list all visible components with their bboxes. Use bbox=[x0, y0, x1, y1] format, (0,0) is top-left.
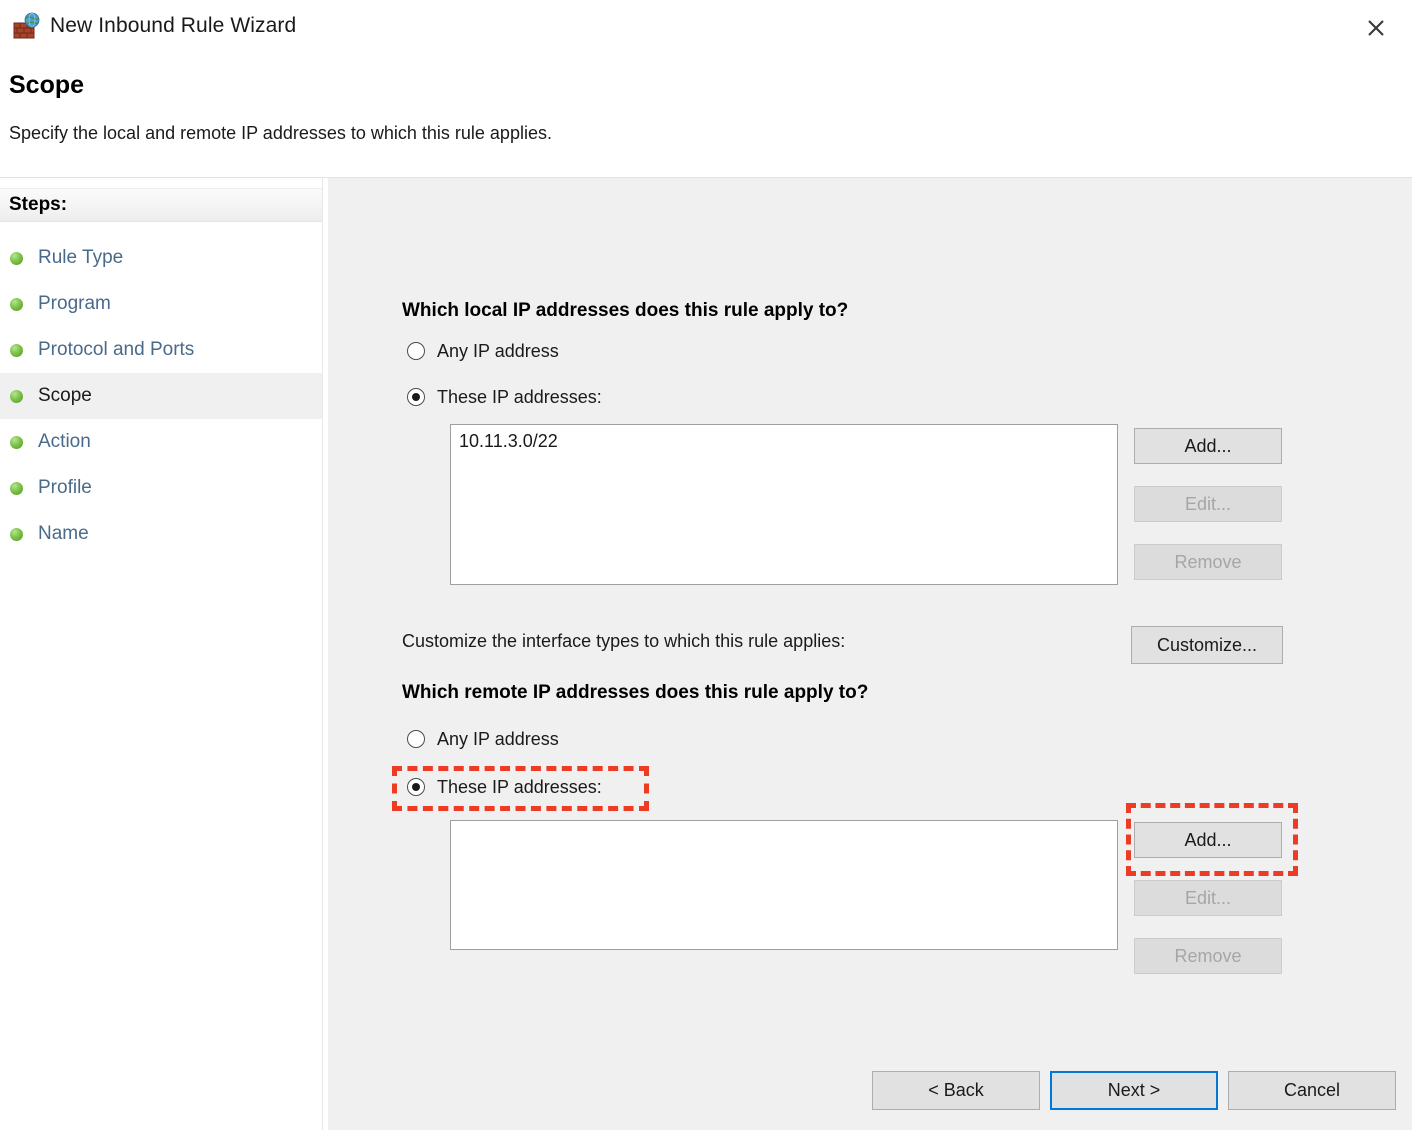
sidebar-item-name[interactable]: Name bbox=[0, 511, 322, 557]
steps-header: Steps: bbox=[0, 188, 322, 222]
remote-these-ip-radio[interactable]: These IP addresses: bbox=[407, 774, 602, 800]
radio-unchecked-icon bbox=[407, 342, 425, 360]
radio-unchecked-icon bbox=[407, 730, 425, 748]
local-these-ip-radio[interactable]: These IP addresses: bbox=[407, 384, 602, 410]
window-title: New Inbound Rule Wizard bbox=[50, 14, 297, 37]
sidebar-item-scope[interactable]: Scope bbox=[0, 373, 322, 419]
cancel-button[interactable]: Cancel bbox=[1228, 1071, 1396, 1110]
local-ip-question: Which local IP addresses does this rule … bbox=[402, 300, 849, 321]
remote-any-ip-radio[interactable]: Any IP address bbox=[407, 726, 559, 752]
sidebar-divider bbox=[322, 178, 323, 1130]
firewall-globe-icon bbox=[12, 12, 42, 42]
local-ip-listbox[interactable]: 10.11.3.0/22 bbox=[450, 424, 1118, 585]
local-these-ip-label: These IP addresses: bbox=[437, 386, 602, 407]
remote-these-ip-label: These IP addresses: bbox=[437, 776, 602, 797]
local-any-ip-radio[interactable]: Any IP address bbox=[407, 338, 559, 364]
local-remove-button: Remove bbox=[1134, 544, 1282, 580]
main-content-panel: Which local IP addresses does this rule … bbox=[328, 178, 1412, 1130]
step-bullet-icon bbox=[10, 435, 23, 449]
step-bullet-icon bbox=[10, 251, 23, 265]
remote-ip-question: Which remote IP addresses does this rule… bbox=[402, 682, 869, 703]
interface-types-text: Customize the interface types to which t… bbox=[402, 631, 846, 651]
title-bar: New Inbound Rule Wizard bbox=[0, 0, 1412, 56]
sidebar-item-protocol-and-ports[interactable]: Protocol and Ports bbox=[0, 327, 322, 373]
step-bullet-icon bbox=[10, 481, 23, 495]
next-button[interactable]: Next > bbox=[1050, 1071, 1218, 1110]
sidebar-item-label: Rule Type bbox=[38, 247, 124, 268]
remote-ip-listbox[interactable] bbox=[450, 820, 1118, 950]
sidebar-item-label: Profile bbox=[38, 477, 92, 498]
customize-button[interactable]: Customize... bbox=[1131, 626, 1283, 664]
step-bullet-icon bbox=[10, 527, 23, 541]
remote-any-ip-label: Any IP address bbox=[437, 728, 559, 749]
sidebar-item-label: Action bbox=[38, 431, 91, 452]
back-button[interactable]: < Back bbox=[872, 1071, 1040, 1110]
step-bullet-icon bbox=[10, 297, 23, 311]
page-subtitle: Specify the local and remote IP addresse… bbox=[9, 123, 552, 143]
page-header: Scope Specify the local and remote IP ad… bbox=[0, 56, 1412, 177]
local-add-button[interactable]: Add... bbox=[1134, 428, 1282, 464]
local-edit-button: Edit... bbox=[1134, 486, 1282, 522]
sidebar-item-label: Name bbox=[38, 523, 89, 544]
steps-header-label: Steps: bbox=[9, 194, 68, 215]
remote-remove-button: Remove bbox=[1134, 938, 1282, 974]
sidebar-item-label: Program bbox=[38, 293, 111, 314]
radio-checked-icon bbox=[407, 388, 425, 406]
page-title: Scope bbox=[9, 71, 85, 99]
radio-checked-icon bbox=[407, 778, 425, 796]
sidebar-item-action[interactable]: Action bbox=[0, 419, 322, 465]
step-bullet-icon bbox=[10, 343, 23, 357]
local-any-ip-label: Any IP address bbox=[437, 340, 559, 361]
remote-add-button[interactable]: Add... bbox=[1134, 822, 1282, 858]
step-bullet-icon bbox=[10, 389, 23, 403]
close-icon[interactable] bbox=[1348, 4, 1404, 52]
sidebar-item-profile[interactable]: Profile bbox=[0, 465, 322, 511]
remote-edit-button: Edit... bbox=[1134, 880, 1282, 916]
sidebar-item-program[interactable]: Program bbox=[0, 281, 322, 327]
sidebar-item-label: Protocol and Ports bbox=[38, 339, 195, 360]
sidebar-item-rule-type[interactable]: Rule Type bbox=[0, 235, 322, 281]
steps-sidebar: Steps: Rule Type Program Protocol and Po… bbox=[0, 178, 322, 1130]
sidebar-item-label: Scope bbox=[38, 385, 92, 406]
list-item[interactable]: 10.11.3.0/22 bbox=[451, 425, 1117, 452]
